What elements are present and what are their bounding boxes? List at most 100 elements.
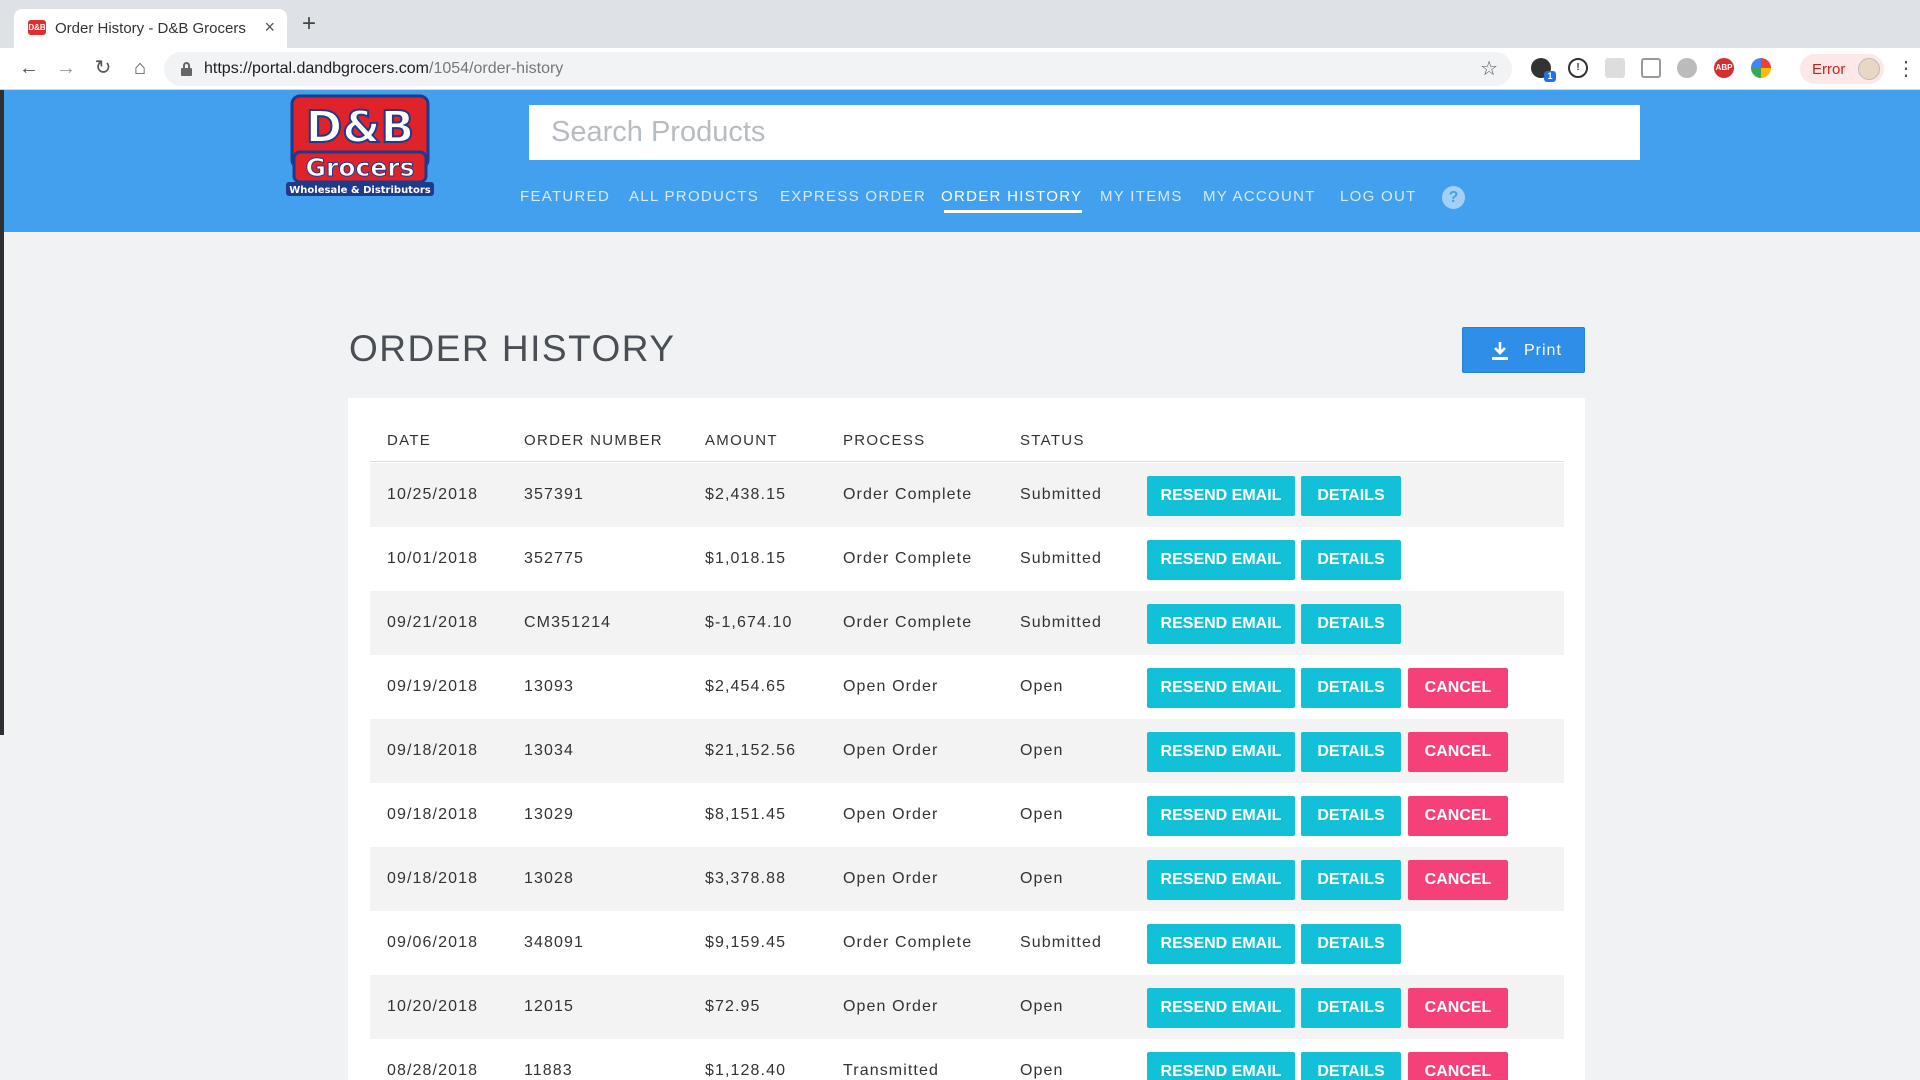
details-button[interactable]: DETAILS [1301, 796, 1401, 836]
url-text: https://portal.dandbgrocers.com/1054/ord… [204, 60, 564, 77]
svg-text:Wholesale & Distributors: Wholesale & Distributors [289, 185, 431, 196]
details-button[interactable]: DETAILS [1301, 476, 1401, 516]
resend-email-button[interactable]: RESEND EMAIL [1147, 1052, 1295, 1080]
table-body: 10/25/2018 357391 $2,438.15 Order Complete S… [370, 463, 1564, 1080]
nav-log-out[interactable]: LOG OUT [1340, 188, 1417, 205]
address-bar[interactable]: https://portal.dandbgrocers.com/1054/ord… [164, 52, 1512, 86]
nav-all-products[interactable]: ALL PRODUCTS [629, 188, 759, 205]
page-title: ORDER HISTORY [349, 328, 676, 369]
column-header-status: STATUS [1020, 432, 1085, 449]
cell-process: Open Order [843, 806, 939, 823]
adblock-icon[interactable]: ABP [1714, 58, 1734, 78]
nav-order-history[interactable]: ORDER HISTORY [941, 188, 1082, 205]
cell-status: Open [1020, 678, 1064, 695]
back-icon[interactable]: ← [16, 55, 42, 81]
resend-email-button[interactable]: RESEND EMAIL [1147, 924, 1295, 964]
cancel-order-button[interactable]: CANCEL [1408, 988, 1508, 1028]
table-row: 09/06/2018 348091 $9,159.45 Order Complete S… [370, 911, 1564, 975]
cell-status: Submitted [1020, 934, 1102, 951]
nav-featured[interactable]: FEATURED [520, 188, 610, 205]
column-header-date: DATE [387, 432, 432, 449]
cell-date: 09/06/2018 [387, 934, 479, 951]
download-icon [1492, 342, 1508, 360]
cell-date: 09/18/2018 [387, 870, 479, 887]
search-input[interactable] [529, 105, 1640, 160]
home-icon[interactable]: ⌂ [127, 55, 153, 81]
cell-order-number: 357391 [524, 486, 584, 503]
resend-email-button[interactable]: RESEND EMAIL [1147, 988, 1295, 1028]
details-button[interactable]: DETAILS [1301, 540, 1401, 580]
help-icon[interactable]: ? [1442, 186, 1465, 209]
dnb-grocers-logo[interactable]: D&B Grocers Wholesale & Distributors [280, 92, 440, 202]
nav-express-order[interactable]: EXPRESS ORDER [780, 188, 926, 205]
cancel-order-button[interactable]: CANCEL [1408, 732, 1508, 772]
cell-date: 08/28/2018 [387, 1062, 479, 1079]
cell-amount: $-1,674.10 [705, 614, 793, 631]
site-header: D&B Grocers Wholesale & Distributors FEA… [4, 90, 1920, 232]
menu-kebab-icon[interactable]: ⋮ [1896, 56, 1916, 81]
cell-order-number: 13034 [524, 742, 574, 759]
reload-icon[interactable]: ↻ [90, 55, 116, 81]
cell-status: Open [1020, 742, 1064, 759]
cell-status: Submitted [1020, 614, 1102, 631]
cell-status: Open [1020, 1062, 1064, 1079]
cell-date: 09/18/2018 [387, 806, 479, 823]
cell-process: Order Complete [843, 486, 973, 503]
details-button[interactable]: DETAILS [1301, 1052, 1401, 1080]
order-history-table: DATE ORDER NUMBER AMOUNT PROCESS STATUS … [348, 398, 1585, 1080]
print-button[interactable]: Print [1462, 327, 1585, 373]
forward-icon[interactable]: → [53, 55, 79, 81]
extension-icon[interactable] [1677, 58, 1697, 78]
new-tab-icon[interactable]: + [302, 12, 316, 36]
cell-status: Submitted [1020, 486, 1102, 503]
cell-amount: $2,438.15 [705, 486, 787, 503]
browser-toolbar: ← → ↻ ⌂ https://portal.dandbgrocers.com/… [0, 48, 1920, 90]
cancel-order-button[interactable]: CANCEL [1408, 796, 1508, 836]
cell-process: Open Order [843, 678, 939, 695]
nav-my-items[interactable]: MY ITEMS [1100, 188, 1183, 205]
cell-order-number: 11883 [524, 1062, 573, 1079]
favicon-icon: D&B [28, 20, 46, 35]
resend-email-button[interactable]: RESEND EMAIL [1147, 604, 1295, 644]
column-header-amount: AMOUNT [705, 432, 778, 449]
cancel-order-button[interactable]: CANCEL [1408, 1052, 1508, 1080]
resend-email-button[interactable]: RESEND EMAIL [1147, 476, 1295, 516]
details-button[interactable]: DETAILS [1301, 668, 1401, 708]
cell-amount: $8,151.45 [705, 806, 787, 823]
cell-date: 09/19/2018 [387, 678, 479, 695]
table-row: 10/01/2018 352775 $1,018.15 Order Complete S… [370, 527, 1564, 591]
extension-icon[interactable] [1641, 58, 1661, 78]
nav-my-account[interactable]: MY ACCOUNT [1203, 188, 1316, 205]
cell-amount: $9,159.45 [705, 934, 787, 951]
resend-email-button[interactable]: RESEND EMAIL [1147, 860, 1295, 900]
info-extension-icon[interactable]: ! [1568, 58, 1588, 78]
cell-status: Submitted [1020, 550, 1102, 567]
details-button[interactable]: DETAILS [1301, 860, 1401, 900]
cancel-order-button[interactable]: CANCEL [1408, 668, 1508, 708]
cell-process: Order Complete [843, 934, 973, 951]
browser-tab-bar: D&B Order History - D&B Grocers × + [0, 0, 1920, 48]
extension-icon[interactable] [1605, 58, 1625, 78]
browser-tab[interactable]: D&B Order History - D&B Grocers × [14, 9, 287, 48]
details-button[interactable]: DETAILS [1301, 732, 1401, 772]
table-row: 09/18/2018 13034 $21,152.56 Open Order Open R… [370, 719, 1564, 783]
details-button[interactable]: DETAILS [1301, 988, 1401, 1028]
tab-close-icon[interactable]: × [264, 17, 275, 38]
column-header-process: PROCESS [843, 432, 926, 449]
details-button[interactable]: DETAILS [1301, 604, 1401, 644]
color-picker-extension-icon[interactable] [1751, 58, 1771, 78]
cell-process: Open Order [843, 998, 939, 1015]
profile-button[interactable]: Error [1800, 54, 1884, 84]
bookmark-star-icon[interactable]: ☆ [1480, 56, 1498, 81]
table-row: 10/25/2018 357391 $2,438.15 Order Complete S… [370, 463, 1564, 527]
cancel-order-button[interactable]: CANCEL [1408, 860, 1508, 900]
cell-date: 10/01/2018 [387, 550, 479, 567]
resend-email-button[interactable]: RESEND EMAIL [1147, 732, 1295, 772]
resend-email-button[interactable]: RESEND EMAIL [1147, 668, 1295, 708]
resend-email-button[interactable]: RESEND EMAIL [1147, 540, 1295, 580]
details-button[interactable]: DETAILS [1301, 924, 1401, 964]
extension-icon[interactable]: 1 [1531, 58, 1556, 82]
resend-email-button[interactable]: RESEND EMAIL [1147, 796, 1295, 836]
active-nav-underline [944, 210, 1082, 213]
cell-amount: $3,378.88 [705, 870, 787, 887]
